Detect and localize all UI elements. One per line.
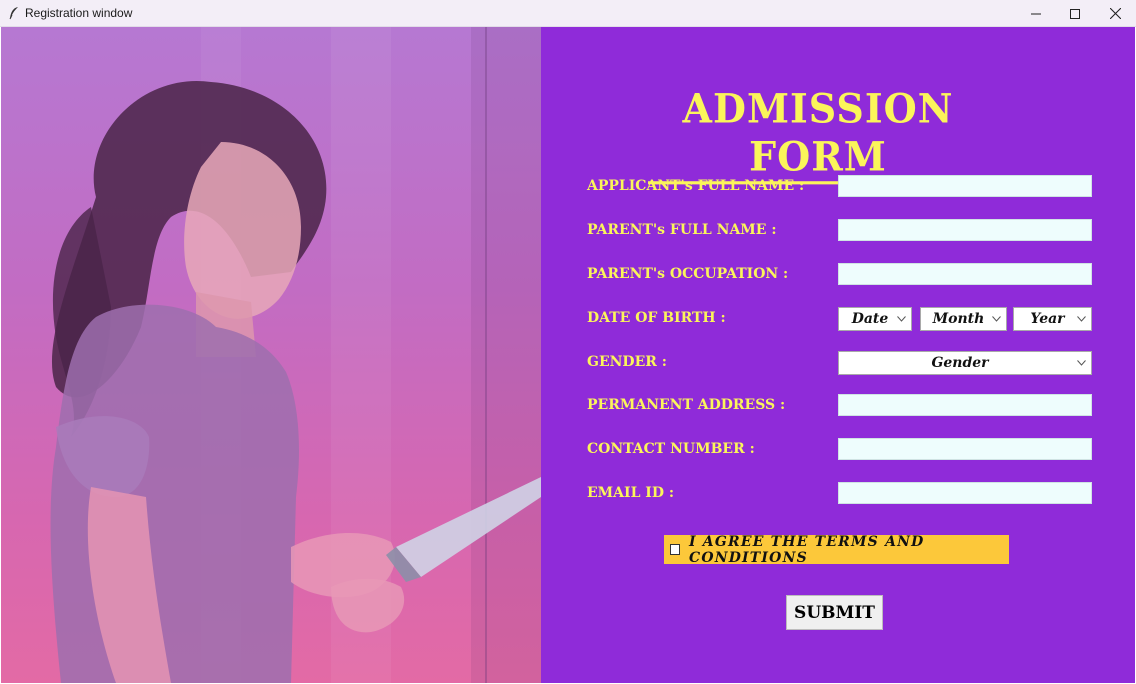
feather-icon (9, 7, 18, 20)
window-title: Registration window (25, 6, 133, 20)
email-field[interactable] (838, 482, 1092, 504)
email-label: EMAIL ID : (587, 485, 675, 501)
maximize-button[interactable] (1055, 0, 1095, 27)
contact-number-field[interactable] (838, 438, 1092, 460)
minimize-icon (1031, 13, 1041, 14)
dob-label: DATE OF BIRTH : (587, 310, 726, 326)
chevron-down-icon (1077, 316, 1086, 322)
parent-occupation-label: PARENT's OCCUPATION : (587, 266, 789, 282)
chevron-down-icon (897, 316, 906, 322)
gender-value: Gender (931, 355, 989, 371)
contact-number-label: CONTACT NUMBER : (587, 441, 755, 457)
applicant-name-field[interactable] (838, 175, 1092, 197)
photo-illustration (50, 27, 541, 683)
minimize-button[interactable] (1016, 0, 1056, 27)
terms-checkbox-row[interactable]: I agree the terms and conditions (664, 533, 1009, 566)
chevron-down-icon (992, 316, 1001, 322)
parent-name-label: PARENT's FULL NAME : (587, 222, 777, 238)
woman-with-tablet-image (1, 27, 541, 683)
address-label: PERMANENT ADDRESS : (587, 397, 786, 413)
parent-occupation-field[interactable] (838, 263, 1092, 285)
gender-select[interactable]: Gender (838, 351, 1092, 375)
chevron-down-icon (1077, 360, 1086, 366)
close-icon (1109, 8, 1121, 19)
maximize-icon (1070, 8, 1080, 19)
close-button[interactable] (1095, 0, 1135, 27)
address-field[interactable] (838, 394, 1092, 416)
gender-label: GENDER : (587, 354, 667, 370)
dob-year-select[interactable]: Year (1013, 307, 1092, 331)
dob-month-select[interactable]: Month (920, 307, 1007, 331)
title-bar: Registration window (0, 0, 1136, 27)
applicant-name-label: APPLICANT's FULL NAME : (587, 178, 805, 194)
admission-form-panel: ADMISSION FORM APPLICANT's FULL NAME : P… (541, 27, 1135, 683)
terms-label: I agree the terms and conditions (688, 533, 925, 566)
form-title: ADMISSION FORM (648, 85, 988, 185)
parent-name-field[interactable] (838, 219, 1092, 241)
submit-button[interactable]: SUBMIT (786, 595, 883, 630)
dob-date-select[interactable]: Date (838, 307, 912, 331)
terms-checkbox[interactable] (670, 544, 680, 555)
